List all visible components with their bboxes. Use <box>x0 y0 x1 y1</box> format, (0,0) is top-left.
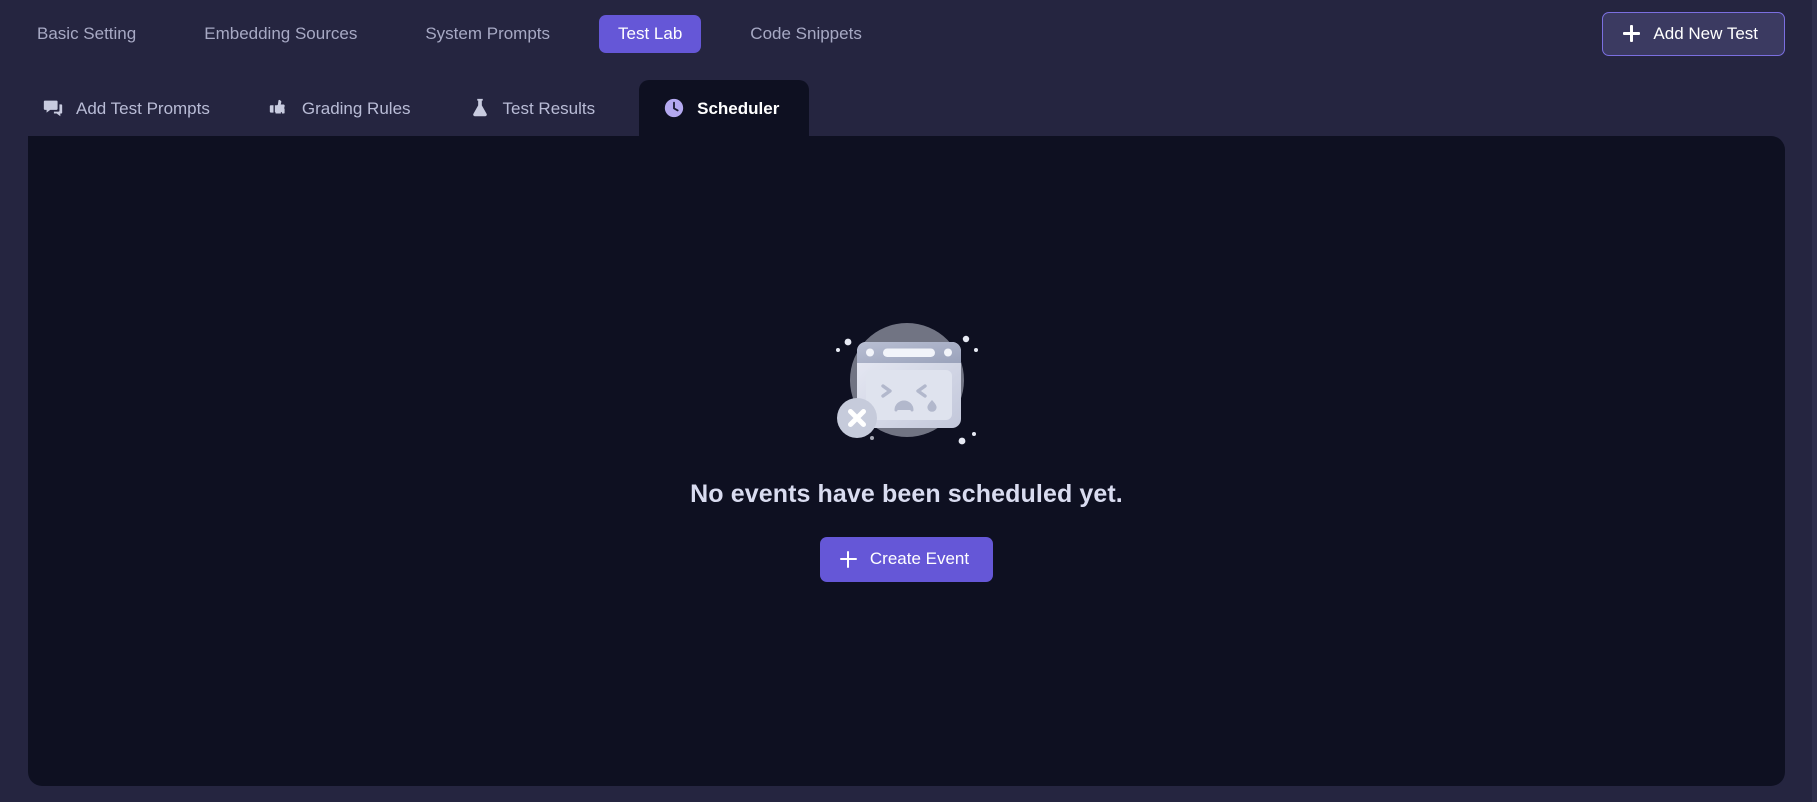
empty-state: No events have been scheduled yet. Creat… <box>28 136 1785 786</box>
clock-icon <box>663 97 685 119</box>
top-tab-list: Basic Setting Embedding Sources System P… <box>0 14 911 54</box>
create-event-label: Create Event <box>869 549 970 569</box>
tab-embedding-sources[interactable]: Embedding Sources <box>185 15 376 53</box>
thumbs-up-down-icon <box>268 97 290 119</box>
app-root: Basic Setting Embedding Sources System P… <box>0 0 1817 802</box>
chat-bubbles-icon <box>42 97 64 119</box>
top-bar-actions: Add New Test <box>1602 11 1817 57</box>
add-new-test-label: Add New Test <box>1653 23 1758 43</box>
subtab-label: Test Results <box>502 98 596 118</box>
plus-icon <box>1623 25 1641 43</box>
subtab-scheduler[interactable]: Scheduler <box>639 80 810 136</box>
tab-basic-setting[interactable]: Basic Setting <box>18 15 155 53</box>
scheduler-content-panel: No events have been scheduled yet. Creat… <box>28 136 1785 786</box>
sub-navigation-tabs: Add Test Prompts Grading Rules Test Resu… <box>0 68 1817 136</box>
add-new-test-button[interactable]: Add New Test <box>1602 11 1785 57</box>
tab-test-lab[interactable]: Test Lab <box>599 14 702 54</box>
subtab-grading-rules[interactable]: Grading Rules <box>254 80 433 136</box>
subtab-test-results[interactable]: Test Results <box>455 80 618 136</box>
plus-icon <box>839 550 857 568</box>
subtab-add-test-prompts[interactable]: Add Test Prompts <box>28 80 232 136</box>
create-event-button[interactable]: Create Event <box>819 537 994 582</box>
sad-browser-window-error-icon <box>812 306 1002 458</box>
subtab-label: Grading Rules <box>301 98 411 118</box>
subtab-label: Scheduler <box>697 98 780 118</box>
tab-system-prompts[interactable]: System Prompts <box>406 15 569 53</box>
subtab-label: Add Test Prompts <box>76 98 210 118</box>
tab-code-snippets[interactable]: Code Snippets <box>731 15 881 53</box>
flask-icon <box>469 97 491 119</box>
top-navigation-bar: Basic Setting Embedding Sources System P… <box>0 0 1817 68</box>
empty-state-title: No events have been scheduled yet. <box>690 480 1123 509</box>
